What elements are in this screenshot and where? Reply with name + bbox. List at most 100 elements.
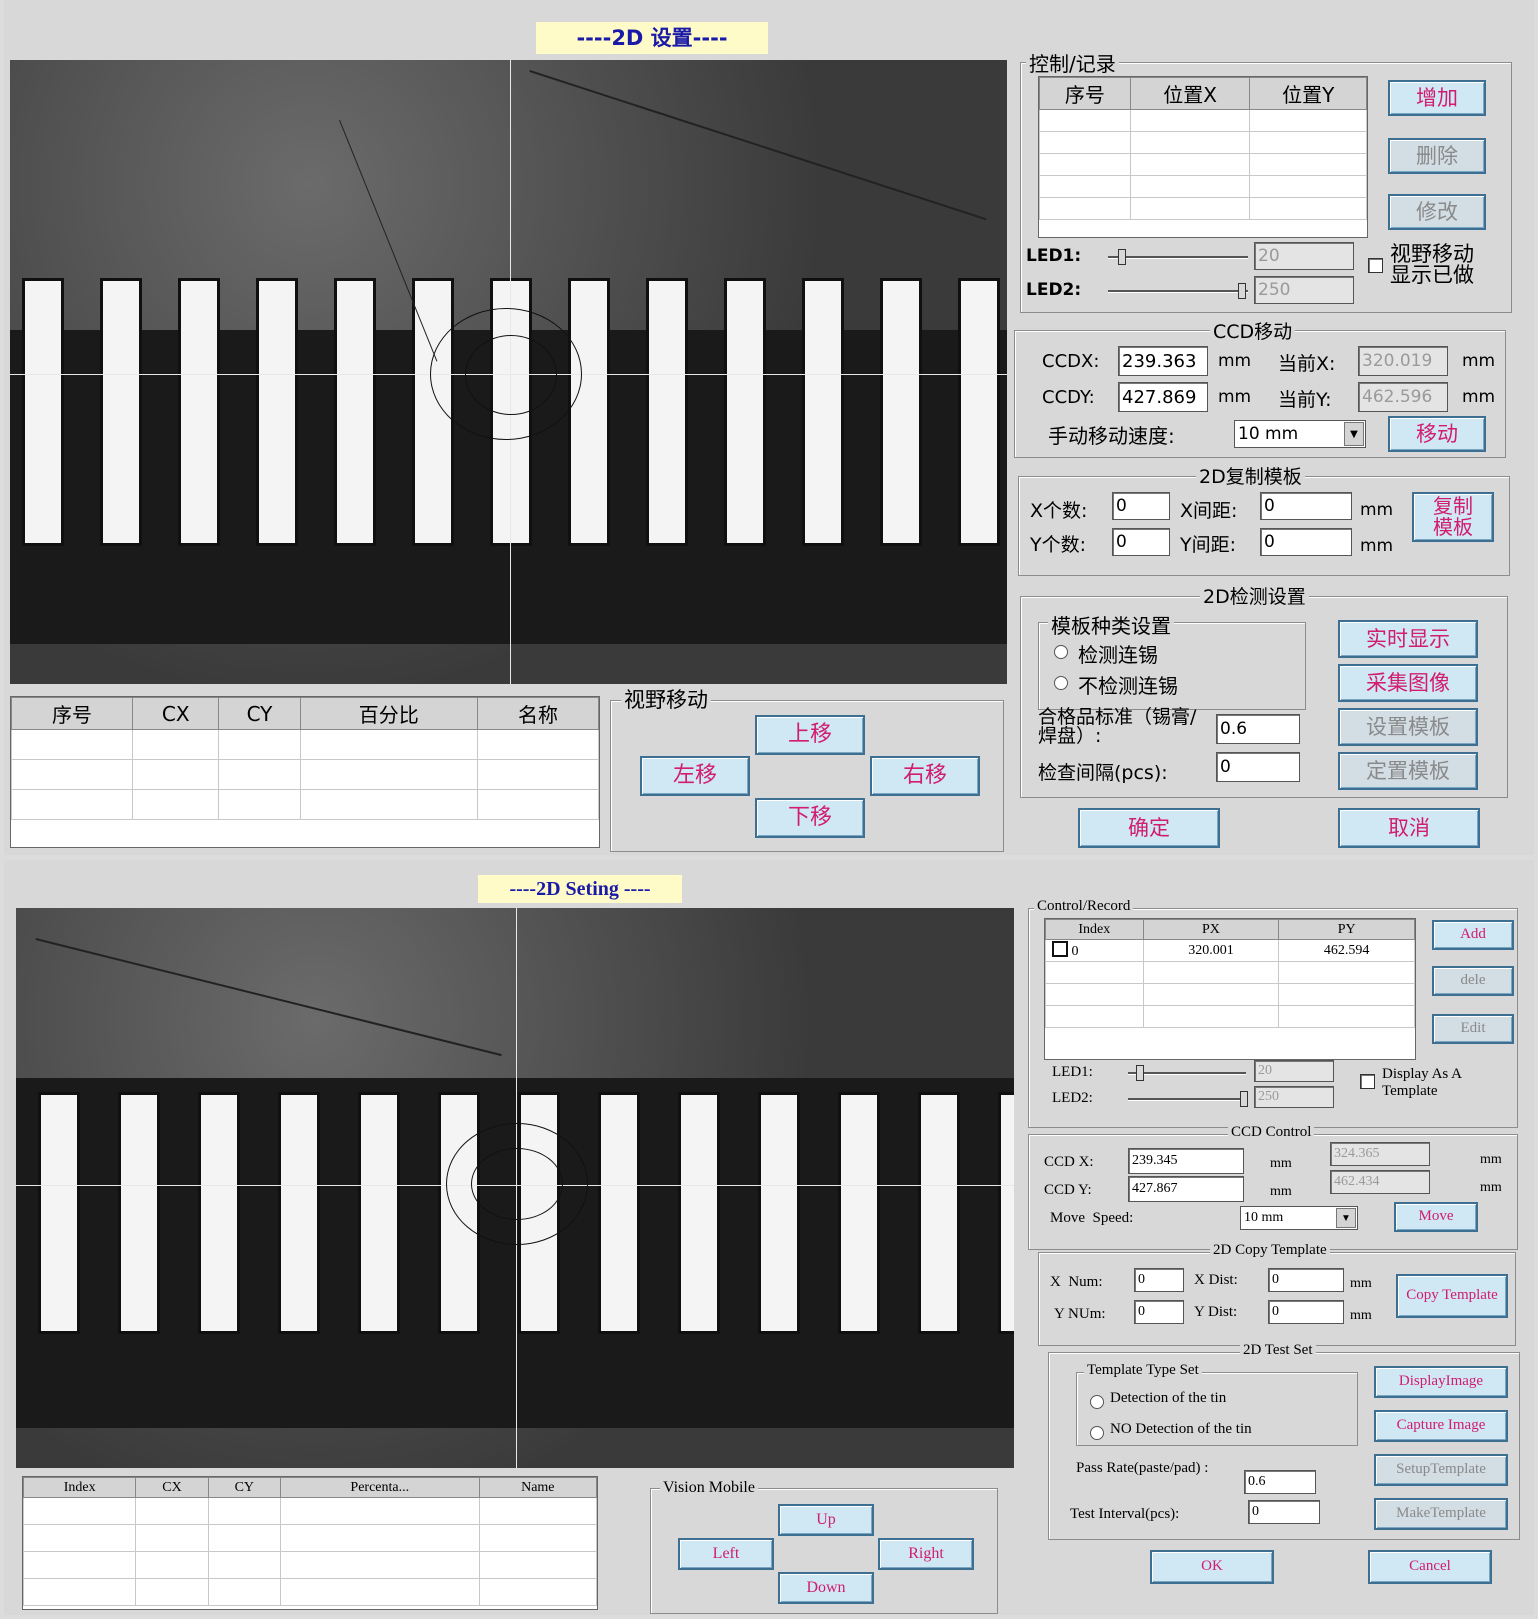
add-button[interactable]: 增加 (1388, 80, 1486, 116)
modify-button[interactable]: 修改 (1388, 194, 1486, 230)
column-header[interactable]: Index (1045, 919, 1144, 940)
view-move-display-checkbox[interactable] (1368, 258, 1383, 273)
x-dist-input[interactable]: 0 (1268, 1268, 1344, 1292)
led1-slider[interactable] (1128, 1065, 1246, 1081)
move-down-button[interactable]: 下移 (755, 798, 865, 838)
pass-rate-input[interactable]: 0.6 (1244, 1470, 1316, 1494)
no-detection-tin-radio[interactable] (1090, 1426, 1104, 1440)
interval-input[interactable]: 0 (1248, 1500, 1320, 1524)
move-up-button[interactable]: Up (778, 1504, 874, 1536)
y-count-input[interactable]: 0 (1112, 528, 1170, 556)
copy-template-button[interactable]: Copy Template (1396, 1274, 1508, 1318)
column-header[interactable]: PY (1278, 919, 1415, 940)
move-down-button[interactable]: Down (778, 1572, 874, 1604)
detect-tin-radio[interactable] (1054, 645, 1068, 659)
detection-tin-radio[interactable] (1090, 1395, 1104, 1409)
ccd-y-input[interactable]: 427.869 (1118, 382, 1208, 412)
move-right-button[interactable]: Right (878, 1538, 974, 1570)
ccd-x-input[interactable]: 239.345 (1128, 1148, 1244, 1174)
ok-button[interactable]: OK (1150, 1550, 1274, 1584)
add-button[interactable]: Add (1432, 920, 1514, 950)
display-image-button[interactable]: DisplayImage (1374, 1366, 1508, 1398)
x-num-input[interactable]: 0 (1134, 1268, 1184, 1292)
move-right-button[interactable]: 右移 (870, 756, 980, 796)
x-count-input[interactable]: 0 (1112, 492, 1170, 520)
led2-slider-thumb[interactable] (1238, 283, 1246, 299)
record-row[interactable]: 0 320.001 462.594 (1045, 939, 1415, 962)
column-header[interactable]: 位置X (1129, 77, 1251, 110)
x-spacing-input[interactable]: 0 (1260, 492, 1352, 520)
ok-button[interactable]: 确定 (1078, 808, 1220, 848)
cancel-button[interactable]: Cancel (1368, 1550, 1492, 1584)
move-up-button[interactable]: 上移 (755, 715, 865, 755)
pass-rate-input[interactable]: 0.6 (1216, 714, 1300, 744)
result-grid[interactable]: Index CX CY Percenta... Name (22, 1476, 598, 1610)
ccd-y-input[interactable]: 427.867 (1128, 1176, 1244, 1202)
column-header[interactable]: Name (478, 1477, 598, 1498)
camera-view[interactable] (10, 60, 1007, 684)
speed-select[interactable]: 10 mm ▼ (1234, 420, 1366, 448)
y-spacing-input[interactable]: 0 (1260, 528, 1352, 556)
column-header[interactable]: PX (1142, 919, 1280, 940)
y-num-input[interactable]: 0 (1134, 1300, 1184, 1324)
y-dist-input[interactable]: 0 (1268, 1300, 1344, 1324)
column-header[interactable]: 名称 (476, 697, 600, 730)
led1-slider-thumb[interactable] (1136, 1065, 1144, 1081)
led2-slider-thumb[interactable] (1240, 1091, 1248, 1107)
move-button[interactable]: Move (1394, 1202, 1478, 1232)
setup-template-button[interactable]: SetupTemplate (1374, 1454, 1508, 1486)
make-template-button[interactable]: 定置模板 (1338, 752, 1478, 790)
column-header[interactable]: 序号 (1039, 77, 1131, 110)
chevron-down-icon[interactable]: ▼ (1336, 1208, 1356, 1228)
display-as-template-label: Display As A Template (1382, 1066, 1462, 1099)
ccd-x-input[interactable]: 239.363 (1118, 346, 1208, 376)
display-button[interactable]: 实时显示 (1338, 620, 1478, 658)
setup-template-button[interactable]: 设置模板 (1338, 708, 1478, 746)
capture-image-button[interactable]: 采集图像 (1338, 664, 1478, 702)
column-header[interactable]: CX (135, 1477, 209, 1498)
speed-label: Move Speed: (1050, 1210, 1134, 1226)
display-as-template-checkbox[interactable] (1360, 1074, 1375, 1089)
make-template-button[interactable]: MakeTemplate (1374, 1498, 1508, 1530)
y-dist-label: Y Dist: (1194, 1304, 1238, 1320)
edit-button[interactable]: Edit (1432, 1014, 1514, 1044)
speed-select[interactable]: 10 mm ▼ (1240, 1206, 1358, 1230)
capture-image-button[interactable]: Capture Image (1374, 1410, 1508, 1442)
led2-slider[interactable] (1128, 1091, 1248, 1107)
delete-button[interactable]: dele (1432, 966, 1514, 996)
column-header[interactable]: 序号 (10, 697, 134, 730)
led1-slider[interactable] (1108, 249, 1248, 265)
column-header[interactable]: Index (22, 1477, 137, 1498)
row-checkbox[interactable] (1052, 941, 1068, 957)
camera-view[interactable] (16, 908, 1014, 1468)
led1-label: LED1: (1052, 1064, 1093, 1080)
column-header[interactable]: CX (132, 697, 220, 730)
move-left-button[interactable]: Left (678, 1538, 774, 1570)
current-x-unit: mm (1480, 1152, 1502, 1167)
column-header[interactable]: Percenta... (279, 1477, 480, 1498)
move-left-button[interactable]: 左移 (640, 756, 750, 796)
led2-slider[interactable] (1108, 283, 1248, 299)
record-grid[interactable]: 序号 位置X 位置Y (1038, 76, 1368, 238)
solder-pad (178, 278, 220, 546)
cancel-button[interactable]: 取消 (1338, 808, 1480, 848)
column-header[interactable]: 位置Y (1249, 77, 1367, 110)
led2-value: 250 (1254, 1086, 1334, 1108)
column-header[interactable]: CY (207, 1477, 281, 1498)
column-header[interactable]: 百分比 (299, 697, 478, 730)
record-grid[interactable]: Index PX PY 0 320.001 462.594 (1044, 918, 1416, 1060)
delete-button[interactable]: 删除 (1388, 138, 1486, 174)
no-detect-tin-radio[interactable] (1054, 676, 1068, 690)
move-button[interactable]: 移动 (1388, 416, 1486, 452)
solder-pad (38, 1092, 80, 1334)
ccd-y-unit: mm (1270, 1184, 1292, 1199)
copy-template-button[interactable]: 复制模板 (1412, 492, 1494, 542)
column-header[interactable]: CY (218, 697, 301, 730)
solder-pad (256, 278, 298, 546)
led1-slider-thumb[interactable] (1118, 249, 1126, 265)
result-grid[interactable]: 序号 CX CY 百分比 名称 (10, 696, 600, 848)
solder-pad (724, 278, 766, 546)
solder-pad (100, 278, 142, 546)
interval-input[interactable]: 0 (1216, 752, 1300, 782)
chevron-down-icon[interactable]: ▼ (1344, 422, 1364, 446)
